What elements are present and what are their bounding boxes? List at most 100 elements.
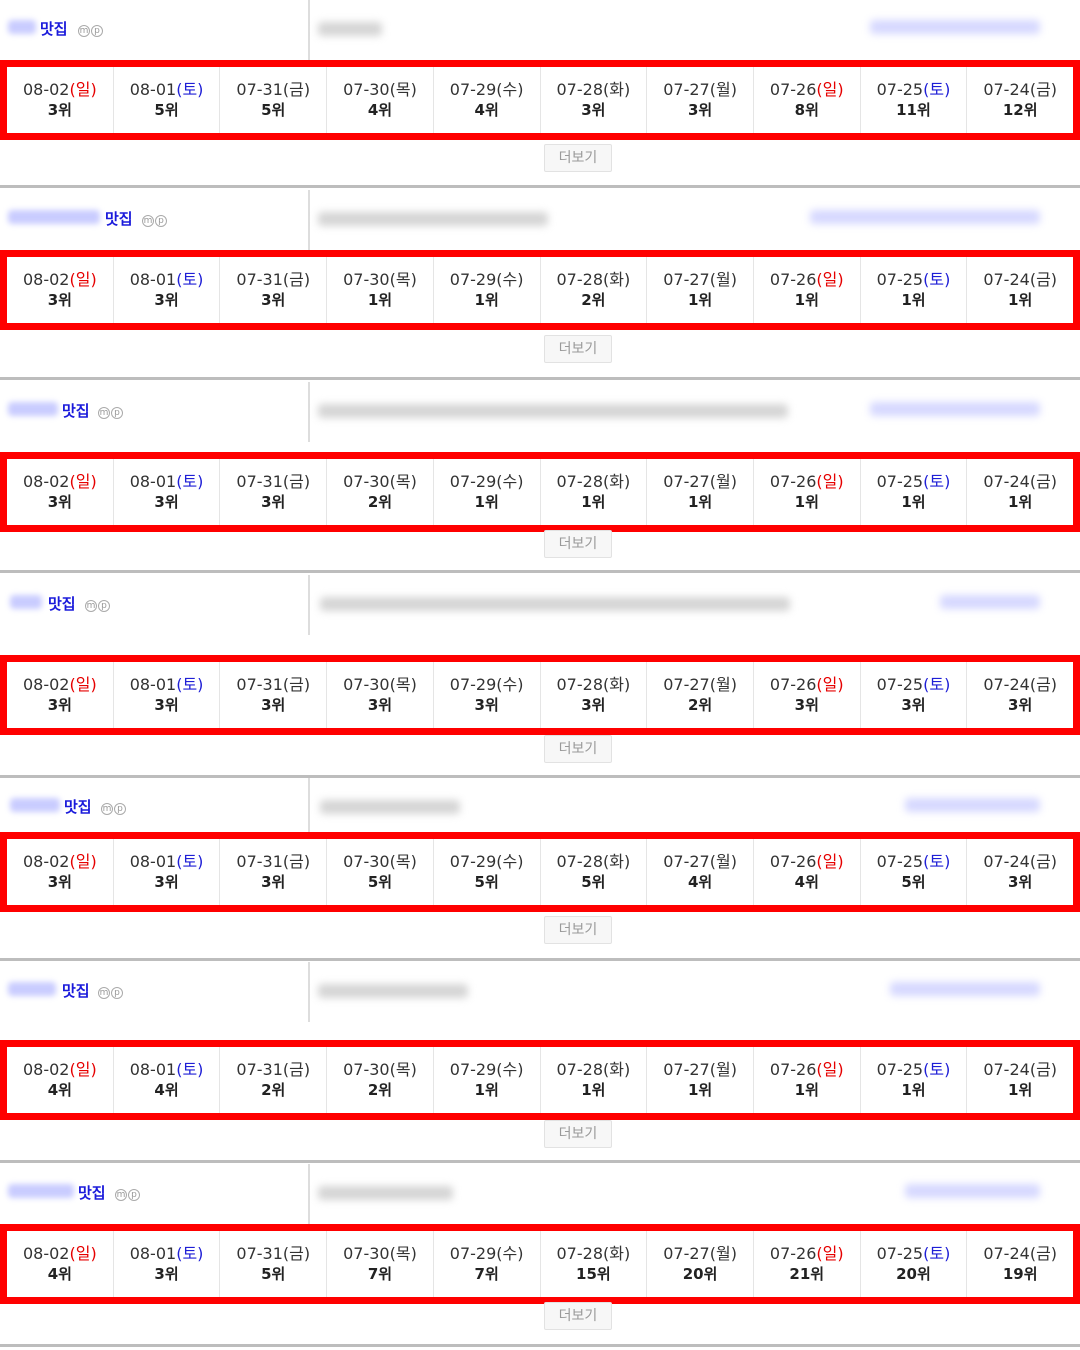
weekday-text: 일 [75, 472, 91, 491]
rank-cell: 07-30(목) 2위 [327, 1047, 434, 1113]
date-text: 07-26 [769, 675, 817, 694]
more-button[interactable]: 더보기 [544, 530, 612, 558]
rank-date: 07-26(일) [770, 852, 844, 872]
paren: ) [90, 472, 97, 491]
title-blurred-text [870, 20, 1040, 34]
mobile-badge[interactable]: m [98, 407, 110, 419]
rank-date: 07-31(금) [236, 1244, 310, 1264]
paren: ) [303, 270, 311, 289]
title-blurred-text [905, 798, 1040, 812]
weekday-text: 금 [289, 270, 304, 289]
platform-badges: mp [115, 1189, 141, 1201]
rank-date: 07-25(토) [877, 852, 951, 872]
section-divider [0, 1160, 1080, 1163]
paren: ) [90, 270, 97, 289]
rank-cell: 07-24(금) 12위 [967, 67, 1073, 133]
mobile-badge[interactable]: m [85, 600, 97, 612]
date-text: 07-25 [876, 472, 924, 491]
more-button[interactable]: 더보기 [544, 1302, 612, 1330]
mobile-badge[interactable]: m [101, 803, 113, 815]
keyword-link[interactable]: 맛집 [64, 796, 92, 817]
more-button[interactable]: 더보기 [544, 916, 612, 944]
pc-badge[interactable]: p [155, 215, 167, 227]
paren: ) [197, 270, 204, 289]
rank-cell: 07-31(금) 3위 [220, 839, 328, 905]
rank-date: 07-25(토) [877, 1060, 951, 1080]
rank-date: 07-25(토) [877, 675, 951, 695]
rank-value: 1위 [367, 291, 393, 309]
rank-cell: 07-24(금) 1위 [967, 257, 1073, 323]
rank-cell: 07-24(금) 1위 [967, 459, 1073, 525]
rank-cell: 07-27(월) 1위 [647, 1047, 754, 1113]
rank-value: 3위 [1008, 873, 1033, 891]
rank-date: 07-31(금) [236, 852, 310, 872]
rank-cell: 07-24(금) 1위 [967, 1047, 1073, 1113]
keyword-blurred-text [8, 1184, 74, 1198]
mobile-badge[interactable]: m [142, 215, 154, 227]
rank-value: 4위 [474, 101, 499, 119]
rank-value: 3위 [1008, 696, 1033, 714]
rank-date: 07-24(금) [983, 1060, 1057, 1080]
rank-history-row: 08-02(일) 3위 08-01(토) 3위 07-31(금) 3위 07-30(목) 2위… [0, 452, 1080, 532]
keyword-link[interactable]: 맛집 [105, 208, 133, 229]
date-text: 07-25 [876, 270, 924, 289]
rank-cell: 08-01(토) 5위 [114, 67, 221, 133]
weekday-text: 일 [822, 852, 838, 871]
keyword-header: 맛집 m p [0, 0, 1080, 60]
keyword-link[interactable]: 맛집 [40, 18, 68, 39]
rank-cell: 07-25(토) 5위 [861, 839, 968, 905]
weekday-text: 금 [289, 675, 304, 694]
date-text: 07-28 [556, 852, 604, 871]
weekday-text: 금 [289, 472, 304, 491]
more-button[interactable]: 더보기 [544, 1120, 612, 1148]
mobile-badge[interactable]: m [78, 25, 90, 37]
url-blurred-text [318, 404, 788, 418]
date-text: 08-02 [22, 472, 70, 491]
rank-value: 1위 [901, 291, 926, 309]
rank-history-row: 08-02(일) 3위 08-01(토) 5위 07-31(금) 5위 07-30(목) 4위… [0, 60, 1080, 140]
more-button[interactable]: 더보기 [544, 735, 612, 763]
pc-badge[interactable]: p [114, 803, 126, 815]
paren: ) [730, 270, 737, 289]
rank-cell: 07-31(금) 5위 [220, 1231, 328, 1297]
rank-date: 07-28(화) [557, 472, 631, 492]
rank-value: 2위 [687, 696, 713, 714]
pc-badge[interactable]: p [98, 600, 110, 612]
rank-cell: 07-29(수) 1위 [434, 257, 541, 323]
keyword-link[interactable]: 맛집 [78, 1182, 106, 1203]
mobile-badge[interactable]: m [115, 1189, 127, 1201]
weekday-text: 일 [75, 852, 91, 871]
rank-value: 3위 [581, 101, 606, 119]
rank-value: 3위 [47, 873, 72, 891]
paren: ) [410, 1060, 417, 1079]
rank-value: 1위 [901, 493, 926, 511]
keyword-link[interactable]: 맛집 [62, 400, 90, 421]
pc-badge[interactable]: p [91, 25, 103, 37]
mobile-badge[interactable]: m [98, 987, 110, 999]
date-text: 07-24 [983, 1244, 1030, 1263]
rank-cell: 07-26(일) 8위 [754, 67, 861, 133]
rank-date: 08-01(토) [130, 675, 204, 695]
more-button[interactable]: 더보기 [544, 335, 612, 363]
pc-badge[interactable]: p [111, 987, 123, 999]
pc-badge[interactable]: p [111, 407, 123, 419]
keyword-cell: 맛집 m p [0, 190, 310, 250]
weekday-text: 목 [395, 675, 411, 694]
paren: ) [517, 1244, 524, 1263]
keyword-link[interactable]: 맛집 [62, 980, 90, 1001]
pc-badge[interactable]: p [128, 1189, 140, 1201]
weekday-text: 일 [75, 80, 91, 99]
rank-cell: 07-28(화) 15위 [541, 1231, 648, 1297]
paren: ) [730, 852, 737, 871]
rank-cell: 07-28(화) 3위 [541, 67, 648, 133]
more-button[interactable]: 더보기 [544, 144, 612, 172]
weekday-text: 일 [75, 675, 91, 694]
paren: ) [410, 80, 417, 99]
rank-date: 07-30(목) [343, 852, 417, 872]
paren: ) [730, 1244, 737, 1263]
rank-cell: 07-26(일) 1위 [754, 1047, 861, 1113]
weekday-text: 일 [75, 1244, 91, 1263]
url-blurred-text [318, 212, 548, 226]
date-text: 07-29 [449, 270, 497, 289]
keyword-link[interactable]: 맛집 [48, 593, 76, 614]
